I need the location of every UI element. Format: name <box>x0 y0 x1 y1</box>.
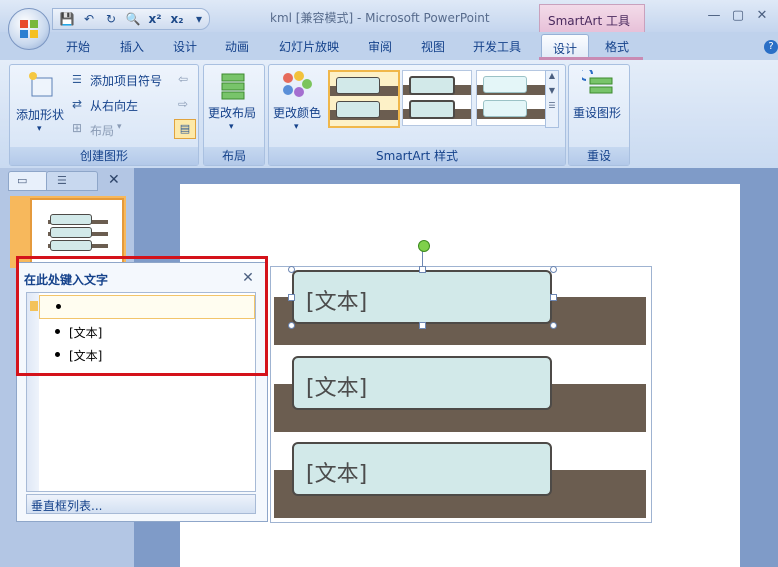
list-item[interactable]: [文本] <box>39 321 253 343</box>
smartart-box-3[interactable]: [文本] <box>292 442 552 496</box>
superscript-icon[interactable]: x² <box>147 11 163 27</box>
styles-scroll[interactable]: ▲ ▼ ☰ <box>545 70 559 128</box>
rotation-handle[interactable] <box>418 240 430 252</box>
slide-thumbnail[interactable] <box>30 198 124 268</box>
maximize-icon[interactable]: ▢ <box>726 8 750 24</box>
resize-handle[interactable] <box>288 322 295 329</box>
help-icon[interactable]: ? <box>764 40 778 54</box>
reset-graphic-button[interactable]: 重设图形 <box>573 104 621 121</box>
resize-handle[interactable] <box>419 266 426 273</box>
change-colors-button[interactable]: 更改颜色 <box>273 104 321 121</box>
smartart-tools-context: SmartArt 工具 <box>539 4 645 33</box>
right-to-left-icon: ⇄ <box>72 97 83 111</box>
promote-arrow-icon[interactable]: ⇦ <box>178 72 188 86</box>
close-icon[interactable]: ✕ <box>241 271 255 285</box>
tab-insert[interactable]: 插入 <box>120 38 144 58</box>
style-thumbnail-3[interactable] <box>476 70 546 126</box>
item-text: [文本] <box>69 349 103 363</box>
tab-design[interactable]: 设计 <box>173 38 197 58</box>
list-item[interactable]: [文本] <box>39 344 253 366</box>
bullet-icon <box>55 329 60 334</box>
resize-handle[interactable] <box>550 294 557 301</box>
tab-developer[interactable]: 开发工具 <box>473 38 521 58</box>
tab-slideshow[interactable]: 幻灯片放映 <box>279 38 339 58</box>
layout-name-link[interactable]: 垂直框列表... <box>26 494 256 514</box>
quick-access-toolbar: 💾 ↶ ↻ 🔍 x² x₂ ▾ <box>52 8 210 30</box>
smartart-box-2[interactable]: [文本] <box>292 356 552 410</box>
context-tab-label: SmartArt 工具 <box>548 14 630 28</box>
window-title: kml [兼容模式] - Microsoft PowerPoint <box>270 11 490 25</box>
print-preview-icon[interactable]: 🔍 <box>125 11 141 27</box>
add-shape-dropdown-icon[interactable]: ▾ <box>37 124 42 134</box>
layout-small-dropdown-icon[interactable]: ▾ <box>117 122 122 132</box>
box-text: [文本] <box>306 290 368 315</box>
reset-graphic-icon[interactable] <box>579 67 616 100</box>
more-styles-icon[interactable]: ☰ <box>546 101 558 110</box>
box-text: [文本] <box>306 462 368 487</box>
close-icon[interactable]: ✕ <box>750 8 774 24</box>
change-colors-icon[interactable] <box>279 70 313 100</box>
text-pane-toggle-icon[interactable]: ▤ <box>174 119 196 139</box>
tab-view[interactable]: 视图 <box>421 38 445 58</box>
close-pane-icon[interactable]: ✕ <box>108 172 120 188</box>
save-icon[interactable]: 💾 <box>59 11 75 27</box>
slides-tab[interactable]: ▭ <box>8 171 48 191</box>
list-item[interactable] <box>30 295 255 319</box>
add-shape-button[interactable]: 添加形状 <box>16 106 64 123</box>
change-colors-dropdown-icon[interactable]: ▾ <box>294 122 299 132</box>
layout-small-button[interactable]: 布局 <box>90 122 114 139</box>
text-pane-title: 在此处键入文字 <box>24 273 109 287</box>
outline-tab[interactable]: ☰ <box>46 171 98 191</box>
tab-review[interactable]: 审阅 <box>368 38 392 58</box>
undo-icon[interactable]: ↶ <box>81 11 97 27</box>
resize-handle[interactable] <box>288 266 295 273</box>
resize-handle[interactable] <box>288 294 295 301</box>
qat-dropdown-icon[interactable]: ▾ <box>191 11 207 27</box>
style-thumbnail-2[interactable] <box>402 70 472 126</box>
item-text: [文本] <box>69 326 103 340</box>
layout-name-text: 垂直框列表... <box>31 499 103 513</box>
editor-gutter <box>27 293 39 491</box>
layout-small-icon: ⊞ <box>72 121 83 135</box>
add-bullet-button[interactable]: 添加项目符号 <box>90 72 162 89</box>
outline-tab-icon: ☰ <box>57 174 67 187</box>
slides-tab-icon: ▭ <box>17 174 28 187</box>
change-layout-dropdown-icon[interactable]: ▾ <box>229 122 234 132</box>
tab-smartart-design-label: 设计 <box>553 42 578 56</box>
demote-arrow-icon[interactable]: ⇨ <box>178 97 188 111</box>
change-layout-button[interactable]: 更改布局 <box>208 104 256 121</box>
resize-handle[interactable] <box>419 322 426 329</box>
group-label: 重设 <box>569 147 629 165</box>
add-shape-icon[interactable] <box>26 70 56 100</box>
bullet-icon <box>55 352 60 357</box>
group-label: 创建图形 <box>10 147 198 165</box>
text-pane-editor[interactable]: [文本] [文本] <box>26 292 256 492</box>
office-button[interactable] <box>8 8 50 50</box>
bullet-list-icon: ☰ <box>72 73 82 86</box>
group-label: SmartArt 样式 <box>269 147 565 165</box>
scroll-up-icon[interactable]: ▲ <box>546 71 558 80</box>
scroll-down-icon[interactable]: ▼ <box>546 86 558 95</box>
bullet-icon <box>56 304 61 309</box>
box-text: [文本] <box>306 376 368 401</box>
tab-format[interactable]: 格式 <box>605 38 629 58</box>
redo-icon[interactable]: ↻ <box>103 11 119 27</box>
resize-handle[interactable] <box>550 322 557 329</box>
style-thumbnail-1[interactable] <box>328 70 400 128</box>
office-logo-icon <box>20 20 38 38</box>
right-to-left-button[interactable]: 从右向左 <box>90 97 138 114</box>
change-layout-icon[interactable] <box>216 70 250 100</box>
tab-animations[interactable]: 动画 <box>225 38 249 58</box>
resize-handle[interactable] <box>550 266 557 273</box>
tab-home[interactable]: 开始 <box>66 38 90 58</box>
current-line-marker <box>30 301 38 311</box>
minimize-icon[interactable]: — <box>702 8 726 24</box>
smartart-box-1[interactable]: [文本] <box>292 270 552 324</box>
subscript-icon[interactable]: x₂ <box>169 11 185 27</box>
group-label: 布局 <box>204 147 264 165</box>
